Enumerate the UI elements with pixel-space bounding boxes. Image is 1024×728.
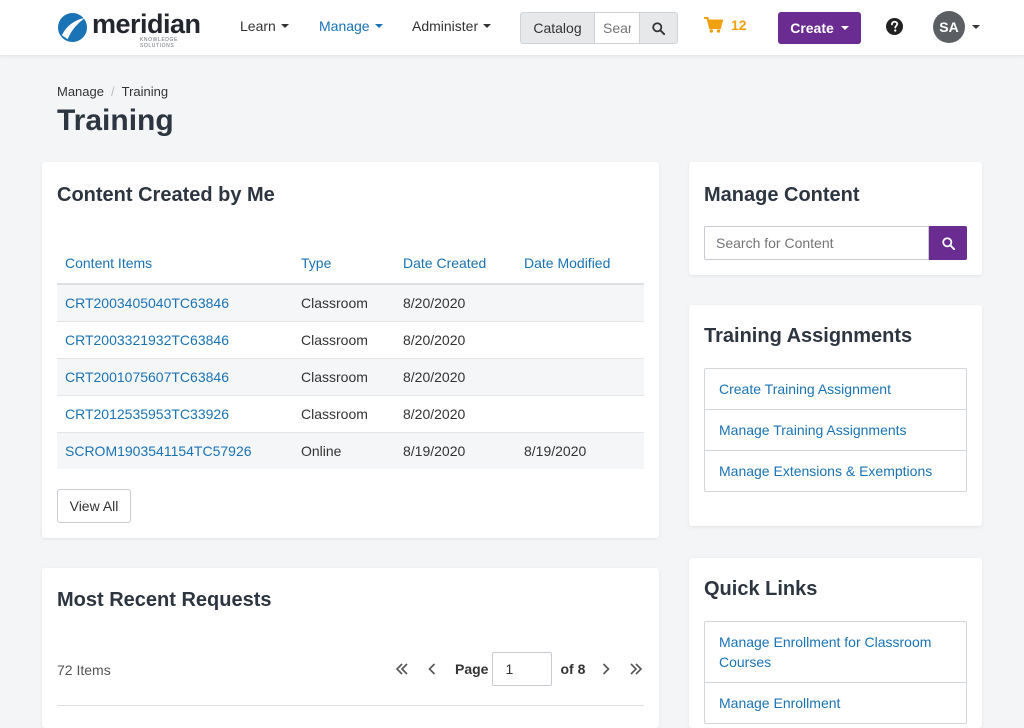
table-row: CRT2001075607TC63846 Classroom 8/20/2020 <box>57 358 644 396</box>
table-header-row: Content Items Type Date Created Date Mod… <box>57 242 644 285</box>
date-created-cell: 8/19/2020 <box>395 432 516 469</box>
content-search-button[interactable] <box>929 226 967 260</box>
shopping-cart-icon <box>704 17 723 33</box>
page-total: of 8 <box>560 661 586 677</box>
previous-page-icon[interactable] <box>417 654 447 684</box>
chevron-down-icon <box>280 24 289 28</box>
content-created-title: Content Created by Me <box>57 184 275 206</box>
content-created-card: Content Created by Me Content Items Type… <box>42 162 659 538</box>
page-title: Training <box>57 104 174 137</box>
help-icon[interactable] <box>886 18 903 35</box>
training-assignments-list: Create Training Assignment Manage Traini… <box>704 368 967 492</box>
content-item-link[interactable]: CRT2003405040TC63846 <box>57 284 293 322</box>
quick-links-list: Manage Enrollment for Classroom Courses … <box>704 621 967 724</box>
create-training-assignment-link[interactable]: Create Training Assignment <box>705 369 966 410</box>
page-label: Page <box>455 661 489 677</box>
content-type-cell: Online <box>293 432 395 469</box>
meridian-logo-mark-icon <box>57 12 88 43</box>
chevron-down-icon <box>483 24 492 28</box>
content-search-group <box>704 226 967 260</box>
view-all-button[interactable]: View All <box>57 489 131 523</box>
last-page-icon[interactable] <box>621 654 651 684</box>
search-icon <box>652 21 665 35</box>
quick-links-card: Quick Links Manage Enrollment for Classr… <box>689 558 982 728</box>
meridian-logo[interactable]: meridian KNOWLEDGE SOLUTIONS <box>57 9 209 49</box>
column-header-date-created[interactable]: Date Created <box>395 242 516 285</box>
column-header-date-modified[interactable]: Date Modified <box>516 242 644 285</box>
next-page-icon[interactable] <box>591 654 621 684</box>
quick-links-title: Quick Links <box>704 578 818 600</box>
divider <box>57 705 644 706</box>
chevron-down-icon <box>840 26 849 30</box>
column-header-content-items[interactable]: Content Items <box>57 242 293 285</box>
content-item-link[interactable]: SCROM1903541154TC57926 <box>57 432 293 469</box>
pagination: Page 1 of 8 <box>387 652 651 686</box>
breadcrumb: Manage / Training <box>57 84 168 99</box>
recent-requests-card: Most Recent Requests 72 Items Page 1 of … <box>42 568 659 728</box>
table-row: SCROM1903541154TC57926 Online 8/19/2020 … <box>57 432 644 469</box>
nav-learn-label: Learn <box>240 18 276 34</box>
catalog-search-group: Catalog <box>520 12 678 44</box>
manage-content-card: Manage Content <box>689 162 982 275</box>
content-type-cell: Classroom <box>293 321 395 359</box>
items-count: 72 Items <box>57 662 111 678</box>
date-modified-cell: 8/19/2020 <box>516 432 644 469</box>
nav-manage-menu[interactable]: Manage <box>319 18 383 34</box>
date-modified-cell <box>516 358 644 396</box>
user-avatar[interactable]: SA <box>933 11 965 43</box>
nav-administer-menu[interactable]: Administer <box>412 18 492 34</box>
content-search-input[interactable] <box>704 226 929 260</box>
manage-enrollment-classroom-link[interactable]: Manage Enrollment for Classroom Courses <box>705 622 966 683</box>
table-row: CRT2012535953TC33926 Classroom 8/20/2020 <box>57 395 644 433</box>
content-item-link[interactable]: CRT2001075607TC63846 <box>57 358 293 396</box>
top-navbar: meridian KNOWLEDGE SOLUTIONS Learn Manag… <box>0 0 1024 56</box>
create-button-label: Create <box>790 20 834 36</box>
logo-tagline: KNOWLEDGE SOLUTIONS <box>140 37 178 49</box>
catalog-scope-button[interactable]: Catalog <box>520 12 594 44</box>
shopping-cart-button[interactable]: 12 <box>704 17 747 33</box>
content-type-cell: Classroom <box>293 284 395 322</box>
date-modified-cell <box>516 321 644 359</box>
logo-wordmark: meridian <box>92 9 201 39</box>
date-created-cell: 8/20/2020 <box>395 321 516 359</box>
nav-administer-label: Administer <box>412 18 479 34</box>
date-modified-cell <box>516 284 644 322</box>
cart-count-badge: 12 <box>731 17 747 33</box>
breadcrumb-training: Training <box>121 84 169 99</box>
chevron-down-icon[interactable] <box>972 25 980 29</box>
date-modified-cell <box>516 395 644 433</box>
content-item-link[interactable]: CRT2003321932TC63846 <box>57 321 293 359</box>
breadcrumb-manage[interactable]: Manage <box>57 84 104 99</box>
content-type-cell: Classroom <box>293 358 395 396</box>
manage-extensions-exemptions-link[interactable]: Manage Extensions & Exemptions <box>705 451 966 491</box>
date-created-cell: 8/20/2020 <box>395 284 516 322</box>
manage-enrollment-link[interactable]: Manage Enrollment <box>705 683 966 723</box>
manage-training-assignments-link[interactable]: Manage Training Assignments <box>705 410 966 451</box>
nav-learn-menu[interactable]: Learn <box>240 18 289 34</box>
content-type-cell: Classroom <box>293 395 395 433</box>
page-number-input[interactable]: 1 <box>492 652 553 686</box>
breadcrumb-separator: / <box>110 84 115 99</box>
chevron-down-icon <box>374 24 383 28</box>
content-item-link[interactable]: CRT2012535953TC33926 <box>57 395 293 433</box>
date-created-cell: 8/20/2020 <box>395 358 516 396</box>
manage-content-title: Manage Content <box>704 184 860 206</box>
search-icon <box>941 236 955 250</box>
table-row: CRT2003321932TC63846 Classroom 8/20/2020 <box>57 321 644 359</box>
catalog-search-button[interactable] <box>640 12 678 44</box>
create-button[interactable]: Create <box>778 12 861 44</box>
catalog-search-input[interactable] <box>594 12 640 44</box>
content-created-table: Content Items Type Date Created Date Mod… <box>57 242 644 469</box>
training-assignments-title: Training Assignments <box>704 325 913 347</box>
date-created-cell: 8/20/2020 <box>395 395 516 433</box>
first-page-icon[interactable] <box>387 654 417 684</box>
column-header-type[interactable]: Type <box>293 242 395 285</box>
table-row: CRT2003405040TC63846 Classroom 8/20/2020 <box>57 284 644 322</box>
recent-requests-title: Most Recent Requests <box>57 589 272 611</box>
training-assignments-card: Training Assignments Create Training Ass… <box>689 305 982 526</box>
nav-manage-label: Manage <box>319 18 370 34</box>
